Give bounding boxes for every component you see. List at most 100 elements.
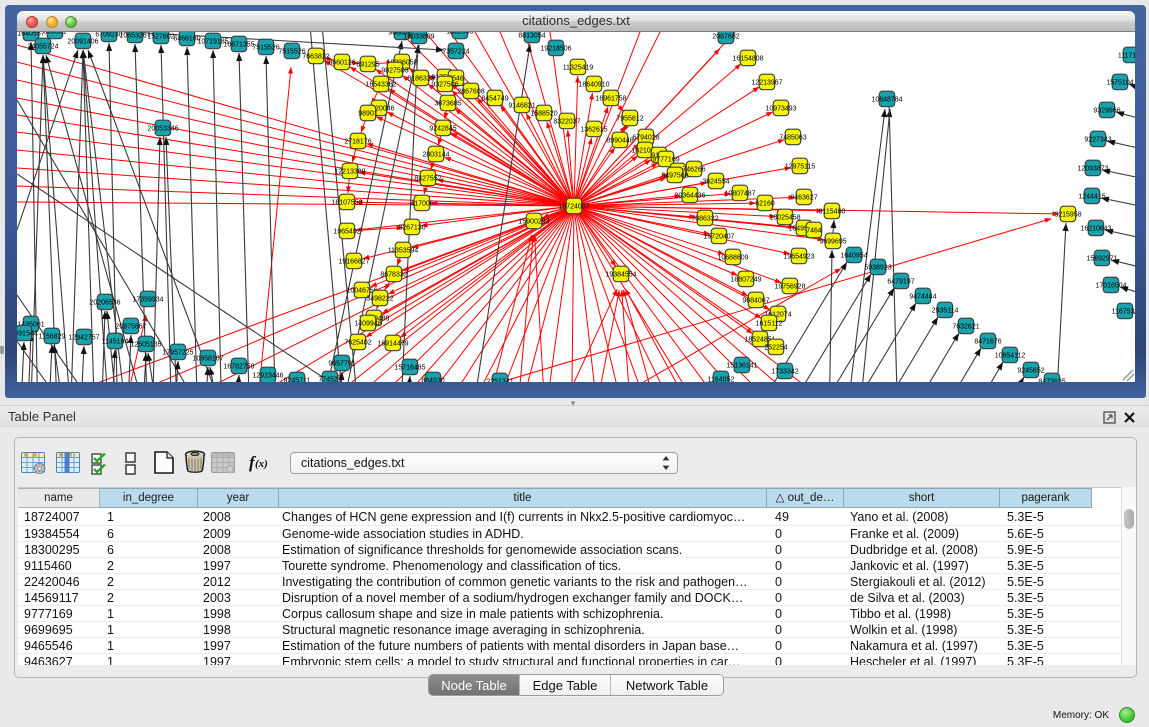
svg-text:1965492: 1965492 bbox=[333, 228, 360, 235]
svg-text:9827503: 9827503 bbox=[381, 67, 408, 74]
svg-text:3873685: 3873685 bbox=[434, 100, 461, 107]
svg-text:1882630: 1882630 bbox=[446, 32, 473, 35]
svg-text:7625402: 7625402 bbox=[344, 339, 371, 346]
svg-text:8473635: 8473635 bbox=[1038, 378, 1065, 382]
svg-text:6497568: 6497568 bbox=[661, 172, 688, 179]
svg-text:1640954: 1640954 bbox=[840, 252, 867, 259]
svg-text:884930: 884930 bbox=[421, 377, 444, 382]
svg-text:9463627: 9463627 bbox=[790, 194, 817, 201]
svg-text:1409948: 1409948 bbox=[354, 320, 381, 327]
svg-text:16961758: 16961758 bbox=[595, 95, 626, 102]
svg-text:98901: 98901 bbox=[358, 110, 378, 117]
svg-text:9777169: 9777169 bbox=[652, 156, 679, 163]
svg-text:15692971: 15692971 bbox=[1086, 255, 1117, 262]
svg-text:1640557: 1640557 bbox=[17, 32, 44, 37]
svg-text:891295: 891295 bbox=[356, 61, 379, 68]
svg-text:1733342: 1733342 bbox=[771, 368, 798, 375]
svg-text:12975115: 12975115 bbox=[785, 163, 816, 170]
svg-text:3498222: 3498222 bbox=[366, 295, 393, 302]
svg-text:16543362: 16543362 bbox=[365, 81, 396, 88]
svg-text:12213967: 12213967 bbox=[751, 79, 782, 86]
svg-text:2087682: 2087682 bbox=[712, 33, 739, 40]
svg-text:9245652: 9245652 bbox=[1017, 367, 1044, 374]
svg-text:15720407: 15720407 bbox=[703, 233, 734, 240]
svg-text:7955812: 7955812 bbox=[616, 115, 643, 122]
svg-text:19384554: 19384554 bbox=[605, 271, 636, 278]
svg-text:16914479: 16914479 bbox=[377, 340, 408, 347]
svg-text:9115460: 9115460 bbox=[819, 208, 846, 215]
svg-text:20364436: 20364436 bbox=[674, 192, 705, 199]
svg-text:2803144: 2803144 bbox=[422, 151, 449, 158]
svg-text:9684067: 9684067 bbox=[742, 297, 769, 304]
svg-text:3215958: 3215958 bbox=[1054, 211, 1081, 218]
svg-text:16154808: 16154808 bbox=[732, 55, 763, 62]
svg-text:15716485: 15716485 bbox=[394, 364, 425, 371]
svg-text:1588520: 1588520 bbox=[530, 110, 557, 117]
svg-text:(x): (x) bbox=[255, 458, 268, 470]
svg-text:7632621: 7632621 bbox=[952, 323, 979, 330]
svg-text:869301: 869301 bbox=[43, 32, 66, 35]
svg-text:1527602: 1527602 bbox=[147, 33, 174, 40]
svg-text:1164052: 1164052 bbox=[708, 376, 735, 382]
svg-text:10958107: 10958107 bbox=[192, 355, 223, 362]
svg-text:7663822: 7663822 bbox=[302, 53, 329, 60]
svg-text:12942757: 12942757 bbox=[68, 334, 99, 341]
svg-text:20975867: 20975867 bbox=[115, 323, 146, 330]
svg-text:17016504: 17016504 bbox=[1095, 282, 1126, 289]
svg-text:2251341: 2251341 bbox=[486, 378, 513, 382]
svg-text:2718176: 2718176 bbox=[344, 138, 371, 145]
svg-text:8678332: 8678332 bbox=[380, 271, 407, 278]
svg-text:1167533: 1167533 bbox=[1112, 308, 1135, 315]
svg-text:10973493: 10973493 bbox=[765, 105, 796, 112]
svg-text:10648784: 10648784 bbox=[871, 96, 902, 103]
svg-text:7464: 7464 bbox=[806, 227, 822, 234]
svg-text:1156829: 1156829 bbox=[39, 333, 66, 340]
svg-text:9329966: 9329966 bbox=[1093, 107, 1120, 114]
svg-text:15900293: 15900293 bbox=[518, 218, 549, 225]
svg-text:19654923: 19654923 bbox=[783, 253, 814, 260]
svg-text:8471676: 8471676 bbox=[974, 338, 1001, 345]
svg-text:16107553: 16107553 bbox=[331, 199, 362, 206]
svg-text:1117104: 1117104 bbox=[1118, 52, 1135, 59]
svg-text:12213389: 12213389 bbox=[334, 168, 365, 175]
svg-text:8454749: 8454749 bbox=[481, 95, 508, 102]
svg-text:1145194: 1145194 bbox=[102, 338, 129, 345]
svg-text:3624554: 3624554 bbox=[702, 178, 729, 185]
svg-text:10653267: 10653267 bbox=[119, 32, 150, 39]
svg-text:9391544: 9391544 bbox=[17, 330, 38, 337]
svg-text:11325419: 11325419 bbox=[563, 64, 594, 71]
svg-text:8990448: 8990448 bbox=[606, 137, 633, 144]
svg-text:1362615: 1362615 bbox=[580, 126, 607, 133]
svg-text:9242845: 9242845 bbox=[429, 125, 456, 132]
svg-text:20091406: 20091406 bbox=[67, 38, 98, 45]
svg-text:18640910: 18640910 bbox=[578, 81, 609, 88]
svg-text:10025458: 10025458 bbox=[769, 214, 800, 221]
svg-text:10807487: 10807487 bbox=[724, 190, 755, 197]
svg-text:9474444: 9474444 bbox=[909, 293, 936, 300]
svg-text:5938923: 5938923 bbox=[864, 264, 891, 271]
svg-text:10654112: 10654112 bbox=[995, 352, 1026, 359]
svg-text:9327506: 9327506 bbox=[431, 81, 458, 88]
svg-text:11353594: 11353594 bbox=[388, 247, 419, 254]
svg-text:12505135: 12505135 bbox=[130, 341, 161, 348]
svg-text:774521: 774521 bbox=[318, 376, 341, 382]
svg-text:8427552: 8427552 bbox=[414, 175, 441, 182]
svg-text:16033809: 16033809 bbox=[403, 33, 434, 40]
svg-text:19756928: 19756928 bbox=[774, 283, 805, 290]
svg-text:7386322: 7386322 bbox=[691, 215, 718, 222]
svg-text:18724007: 18724007 bbox=[558, 203, 589, 210]
svg-text:8813054: 8813054 bbox=[518, 32, 545, 39]
svg-text:9245711: 9245711 bbox=[284, 377, 311, 382]
svg-text:18807249: 18807249 bbox=[730, 276, 761, 283]
svg-text:12093873: 12093873 bbox=[1077, 165, 1108, 172]
svg-text:15136141: 15136141 bbox=[726, 362, 757, 369]
svg-text:1615112: 1615112 bbox=[756, 320, 783, 327]
svg-text:7485063: 7485063 bbox=[779, 134, 806, 141]
svg-text:20053346: 20053346 bbox=[147, 125, 178, 132]
svg-text:19166827: 19166827 bbox=[338, 258, 369, 265]
svg-text:417006: 417006 bbox=[410, 200, 433, 207]
svg-text:8660126: 8660126 bbox=[328, 59, 355, 66]
svg-text:1575104: 1575104 bbox=[1106, 79, 1133, 86]
svg-text:9146821: 9146821 bbox=[508, 102, 535, 109]
svg-text:7357224: 7357224 bbox=[442, 48, 469, 55]
